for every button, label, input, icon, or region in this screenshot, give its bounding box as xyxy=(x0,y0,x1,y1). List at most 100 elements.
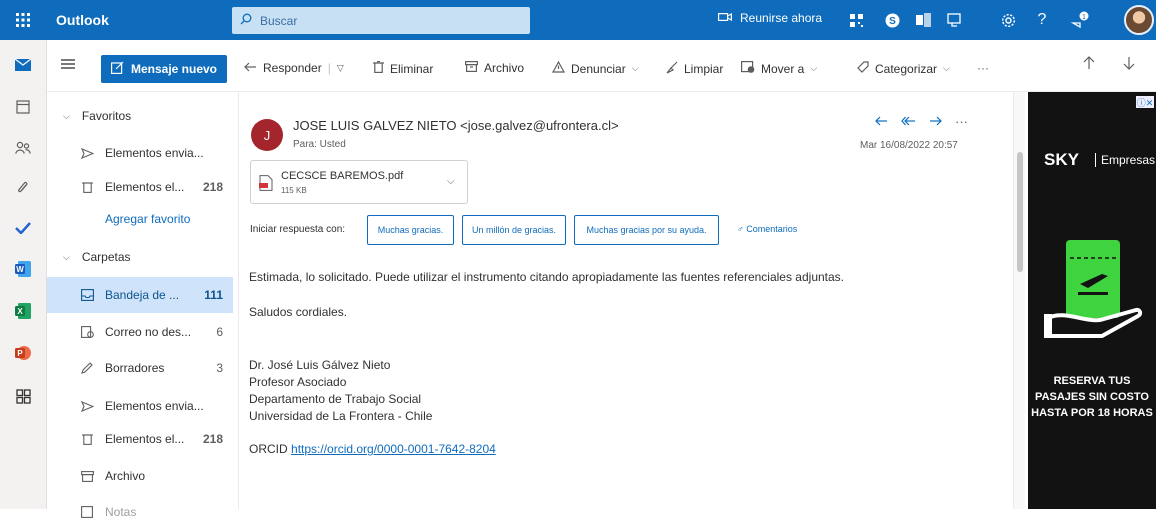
attach-icon[interactable] xyxy=(12,177,34,199)
quick-reply-button[interactable]: Muchas gracias. xyxy=(367,215,454,245)
categorize-label: Categorizar xyxy=(875,61,938,76)
skype-icon[interactable]: S xyxy=(881,9,903,31)
qr-icon[interactable] xyxy=(845,9,867,31)
folder-label: Elementos el... xyxy=(105,432,185,446)
notifications-icon[interactable]: 1 xyxy=(1069,9,1091,31)
folder-label: Borradores xyxy=(105,361,165,375)
ad-logo-sub: Empresas xyxy=(1095,153,1155,167)
folder-item[interactable]: Elementos envia... xyxy=(47,388,233,424)
meet-now-label: Reunirse ahora xyxy=(740,11,823,25)
avatar[interactable] xyxy=(1124,5,1154,35)
folder-label: Elementos el... xyxy=(105,180,185,194)
orcid-label: ORCID xyxy=(249,442,288,456)
attachment-card[interactable]: CECSCE BAREMOS.pdf 115 KB ⌵ xyxy=(250,160,468,204)
apps-icon[interactable] xyxy=(12,385,34,407)
reading-pane: J JOSE LUIS GALVEZ NIETO <jose.galvez@uf… xyxy=(238,92,1025,509)
search-icon xyxy=(240,13,252,28)
pdf-icon xyxy=(259,175,273,191)
scrollbar-thumb[interactable] xyxy=(1017,152,1023,272)
chevron-down-icon[interactable]: ▽ xyxy=(337,63,344,74)
reply-all-icon[interactable] xyxy=(901,114,916,129)
signature-department: Departamento de Trabajo Social xyxy=(249,392,422,406)
tag-icon xyxy=(857,61,869,76)
chevron-down-icon: ⌵ xyxy=(631,63,639,73)
folder-item[interactable]: Correo no des... 6 xyxy=(47,314,233,350)
folder-item[interactable]: Borradores 3 xyxy=(47,350,233,386)
send-icon xyxy=(80,146,94,160)
delete-label: Eliminar xyxy=(390,61,434,76)
ad-promo-text: RESERVA TUS PASAJES SIN COSTO HASTA POR … xyxy=(1031,375,1153,419)
ticket-plane-icon xyxy=(1044,240,1144,355)
body-text: Estimada, lo solicitado. Puede utilizar … xyxy=(249,270,845,284)
quick-reply-button[interactable]: Un millón de gracias. xyxy=(462,215,566,245)
chevron-down-icon[interactable]: ⌵ xyxy=(447,176,455,187)
recipient-line: Para: Usted xyxy=(293,139,346,150)
arrow-up-icon[interactable] xyxy=(1083,56,1095,70)
archive-icon xyxy=(80,469,94,483)
ad-logo: SKY xyxy=(1044,150,1079,169)
folder-label: Elementos envia... xyxy=(105,146,204,160)
folder-move-icon xyxy=(741,61,755,76)
new-message-button[interactable]: Mensaje nuevo xyxy=(101,55,227,83)
inbox-icon xyxy=(80,288,94,302)
powerpoint-icon[interactable]: P xyxy=(12,342,34,364)
move-to-button[interactable]: Mover a ⌵ xyxy=(741,61,817,76)
folder-item[interactable]: Archivo xyxy=(47,458,233,494)
people-icon[interactable] xyxy=(12,137,34,159)
help-icon[interactable]: ? xyxy=(1031,9,1053,31)
forward-icon[interactable] xyxy=(929,114,942,129)
archive-button[interactable]: Archivo xyxy=(465,61,524,75)
menu-icon[interactable] xyxy=(61,57,79,75)
excel-icon[interactable]: X xyxy=(12,300,34,322)
folder-item[interactable]: Elementos envia... xyxy=(47,135,233,171)
folders-header[interactable]: ⌵ Carpetas xyxy=(63,250,131,264)
search-placeholder: Buscar xyxy=(260,13,298,28)
folder-label: Notas xyxy=(105,505,137,519)
ad-close-icon[interactable]: ⓘ✕ xyxy=(1136,96,1154,108)
reply-label: Responder xyxy=(263,61,322,75)
folder-item[interactable]: Notas xyxy=(47,494,233,530)
feedback-link[interactable]: ♂ Comentarios xyxy=(737,224,797,234)
top-bar: Outlook Buscar Reunirse ahora S ? 1 xyxy=(0,0,1156,40)
calendar-icon[interactable] xyxy=(12,96,34,118)
office-icon[interactable] xyxy=(912,9,934,31)
search-input[interactable]: Buscar xyxy=(232,7,530,34)
scrollbar[interactable] xyxy=(1013,92,1025,509)
delete-button[interactable]: Eliminar xyxy=(373,60,434,76)
arrow-down-icon[interactable] xyxy=(1123,56,1135,70)
my-day-icon[interactable] xyxy=(943,9,965,31)
app-rail: W X P xyxy=(0,40,47,509)
sweep-button[interactable]: Limpiar xyxy=(666,61,723,77)
quick-reply-button[interactable]: Muchas gracias por su ayuda. xyxy=(574,215,719,245)
mail-icon[interactable] xyxy=(12,54,34,76)
todo-icon[interactable] xyxy=(12,217,34,239)
add-favorite-link[interactable]: Agregar favorito xyxy=(47,207,233,231)
signature-university: Universidad de La Frontera - Chile xyxy=(249,409,433,423)
compose-icon xyxy=(110,61,124,77)
app-launcher-icon[interactable] xyxy=(0,0,46,40)
folder-label: Bandeja de ... xyxy=(105,288,180,302)
folder-item-inbox[interactable]: Bandeja de ... 111 xyxy=(47,277,233,313)
folder-label: Archivo xyxy=(105,469,146,483)
folder-item[interactable]: Elementos el... 218 xyxy=(47,169,233,205)
meet-now-button[interactable]: Reunirse ahora xyxy=(718,11,822,25)
word-icon[interactable]: W xyxy=(12,258,34,280)
more-actions-icon[interactable]: ··· xyxy=(955,114,968,129)
reply-button[interactable]: Responder | ▽ xyxy=(244,61,344,75)
app-title[interactable]: Outlook xyxy=(56,12,109,28)
settings-icon[interactable] xyxy=(997,9,1019,31)
reply-icon[interactable] xyxy=(875,114,888,129)
favorites-header[interactable]: ⌵ Favoritos xyxy=(63,109,131,123)
more-options-button[interactable]: ··· xyxy=(977,61,989,75)
command-bar: Mensaje nuevo Responder | ▽ Eliminar Arc… xyxy=(47,40,1156,92)
chevron-down-icon: ⌵ xyxy=(63,110,70,121)
orcid-link[interactable]: https://orcid.org/0000-0001-7642-8204 xyxy=(291,442,496,456)
ad-banner[interactable]: ⓘ✕ SKY Empresas RESERVA TUS PASAJES SIN … xyxy=(1028,92,1156,509)
report-button[interactable]: Denunciar ⌵ xyxy=(551,60,639,76)
categorize-button[interactable]: Categorizar ⌵ xyxy=(857,61,950,76)
folder-item[interactable]: Elementos el... 218 xyxy=(47,421,233,457)
sender-line[interactable]: JOSE LUIS GALVEZ NIETO <jose.galvez@ufro… xyxy=(293,118,619,133)
svg-text:P: P xyxy=(17,349,23,358)
folder-count: 6 xyxy=(216,325,223,339)
sender-avatar: J xyxy=(251,119,283,151)
